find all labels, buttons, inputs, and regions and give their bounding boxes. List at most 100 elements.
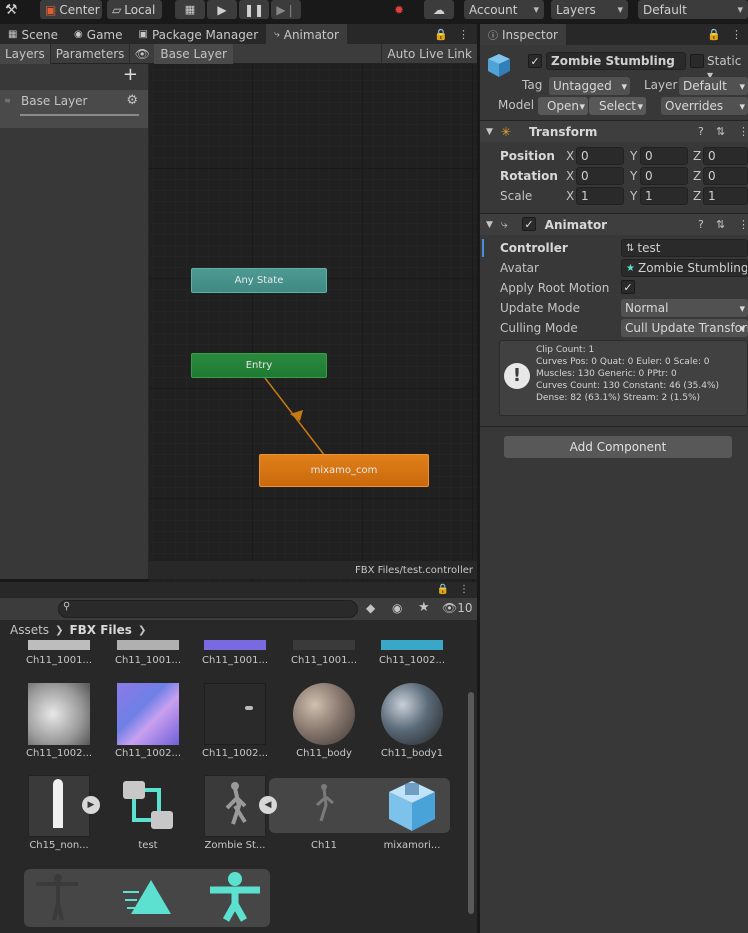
active-checkbox[interactable]: ✓	[528, 54, 542, 68]
grid-snap-button[interactable]: ▦	[175, 0, 205, 19]
tag-dropdown[interactable]: Untagged	[549, 77, 630, 95]
asset-label[interactable]: Ch11_1002...	[103, 748, 193, 759]
rotation-z-field[interactable]: 0	[703, 167, 748, 185]
tab-inspector[interactable]: ⓘ Inspector	[480, 24, 566, 45]
breadcrumb-assets[interactable]: Assets	[10, 623, 49, 637]
animator-controller-icon[interactable]	[117, 775, 179, 837]
gear-icon[interactable]: ⚙	[126, 93, 138, 108]
scale-z-field[interactable]: 1	[703, 187, 748, 205]
step-button[interactable]: ▶❘	[271, 0, 301, 19]
texture-thumbnail[interactable]	[204, 683, 266, 745]
cloud-button[interactable]: ☁	[424, 0, 454, 19]
avatar-mask-icon[interactable]	[117, 870, 179, 926]
position-x-field[interactable]: 0	[576, 147, 624, 165]
scale-x-field[interactable]: 1	[576, 187, 624, 205]
tab-animator[interactable]: ⤷ Animator	[266, 24, 347, 45]
mesh-thumbnail[interactable]	[293, 775, 355, 837]
texture-thumbnail[interactable]	[293, 640, 355, 650]
kebab-menu-icon[interactable]: ⋮	[459, 584, 469, 595]
culling-mode-dropdown[interactable]: Cull Update Transforms	[621, 319, 748, 337]
asset-label[interactable]: Ch11_1001...	[279, 655, 369, 666]
asset-label[interactable]: Ch11_1002...	[190, 748, 280, 759]
static-checkbox[interactable]	[690, 54, 704, 68]
kebab-menu-icon[interactable]: ⋮	[738, 125, 748, 138]
pivot-center-button[interactable]: ▣ Center	[40, 0, 102, 19]
apply-root-motion-checkbox[interactable]: ✓	[621, 280, 635, 294]
drag-handle-icon[interactable]: ≡	[4, 96, 11, 105]
expand-arrow-icon[interactable]: ▶	[82, 796, 100, 814]
help-icon[interactable]: ?	[698, 125, 704, 138]
help-icon[interactable]: ?	[698, 218, 704, 231]
controller-field[interactable]: ⇅ test	[621, 239, 748, 257]
breadcrumb-base-layer[interactable]: Base Layer	[154, 43, 233, 64]
type-filter-icon[interactable]: ◆	[366, 601, 375, 615]
play-button[interactable]: ▶	[207, 0, 237, 19]
position-y-field[interactable]: 0	[640, 147, 688, 165]
normal-map-thumbnail[interactable]	[117, 683, 179, 745]
normal-map-thumbnail[interactable]	[204, 640, 266, 650]
default-state-node[interactable]: mixamo_com	[259, 454, 429, 487]
scale-y-field[interactable]: 1	[640, 187, 688, 205]
foldout-arrow-icon[interactable]: ▼	[486, 220, 493, 230]
presets-icon[interactable]: ⇅	[716, 218, 725, 231]
asset-label[interactable]: Ch11_1001...	[190, 655, 280, 666]
kebab-menu-icon[interactable]: ⋮	[738, 218, 748, 231]
open-button[interactable]: Open	[538, 97, 588, 115]
material-sphere-thumbnail[interactable]	[293, 683, 355, 745]
overrides-dropdown[interactable]: Overrides	[661, 97, 748, 115]
tab-package-manager[interactable]: ▣ Package Manager	[131, 24, 267, 45]
asset-label[interactable]: Ch11_body	[279, 748, 369, 759]
presets-icon[interactable]: ⇅	[716, 125, 725, 138]
object-name-field[interactable]: Zombie Stumbling	[546, 52, 686, 70]
search-input[interactable]: ⚲	[58, 600, 358, 618]
tab-layers[interactable]: Layers	[0, 43, 51, 64]
texture-thumbnail[interactable]	[117, 640, 179, 650]
select-button[interactable]: Select	[589, 97, 646, 115]
state-machine-graph[interactable]: Any State Entry mixamo_com	[149, 64, 477, 585]
asset-label[interactable]: test	[103, 840, 193, 851]
position-z-field[interactable]: 0	[703, 147, 748, 165]
model-thumbnail[interactable]	[28, 775, 90, 837]
animator-enabled-checkbox[interactable]: ✓	[522, 217, 536, 231]
collab-button[interactable]: ✹	[384, 0, 414, 19]
prefab-cube-icon[interactable]	[381, 775, 443, 837]
layers-dropdown[interactable]: Layers	[551, 0, 628, 19]
rotation-x-field[interactable]: 0	[576, 167, 624, 185]
layout-dropdown[interactable]: Default	[638, 0, 748, 19]
asset-label[interactable]: Ch15_non...	[14, 840, 104, 851]
avatar-icon[interactable]	[204, 870, 266, 926]
entry-node[interactable]: Entry	[191, 353, 327, 378]
label-filter-icon[interactable]: ◉	[392, 601, 402, 615]
mesh-thumbnail[interactable]	[28, 870, 90, 926]
avatar-field[interactable]: ★ Zombie Stumbling	[621, 259, 748, 277]
asset-label[interactable]: Zombie St...	[190, 840, 280, 851]
hidden-packages-toggle[interactable]: 👁10	[442, 601, 473, 615]
material-sphere-thumbnail[interactable]	[381, 683, 443, 745]
lock-icon[interactable]: 🔒	[707, 28, 721, 41]
asset-label[interactable]: Ch11_1001...	[14, 655, 104, 666]
any-state-node[interactable]: Any State	[191, 268, 327, 293]
asset-label[interactable]: Ch11_1002...	[14, 748, 104, 759]
scrollbar[interactable]	[468, 692, 474, 914]
asset-label[interactable]: Ch11	[279, 840, 369, 851]
rotation-y-field[interactable]: 0	[640, 167, 688, 185]
add-layer-button[interactable]: +	[123, 64, 138, 85]
breadcrumb-fbx-files[interactable]: FBX Files	[69, 623, 131, 637]
tab-scene[interactable]: ▦ Scene	[0, 24, 66, 45]
account-dropdown[interactable]: Account	[464, 0, 544, 19]
asset-label[interactable]: Ch11_1002...	[367, 655, 457, 666]
tab-parameters[interactable]: Parameters	[51, 43, 131, 64]
texture-thumbnail[interactable]	[381, 640, 443, 650]
texture-thumbnail[interactable]	[28, 683, 90, 745]
layer-item[interactable]: ≡ Base Layer ⚙	[0, 90, 148, 128]
texture-thumbnail[interactable]	[28, 640, 90, 650]
auto-live-link-button[interactable]: Auto Live Link	[381, 43, 477, 64]
tools-icon[interactable]: ⚒	[0, 0, 30, 19]
favorite-star-icon[interactable]: ★	[418, 600, 430, 615]
transform-header[interactable]: ▼ ✳ Transform ? ⇅ ⋮	[480, 120, 748, 142]
layer-dropdown[interactable]: Default	[679, 77, 748, 95]
asset-label[interactable]: Ch11_1001...	[103, 655, 193, 666]
lock-icon[interactable]: 🔒	[437, 584, 449, 595]
asset-label[interactable]: mixamori...	[367, 840, 457, 851]
lock-icon[interactable]: 🔒	[434, 28, 448, 41]
